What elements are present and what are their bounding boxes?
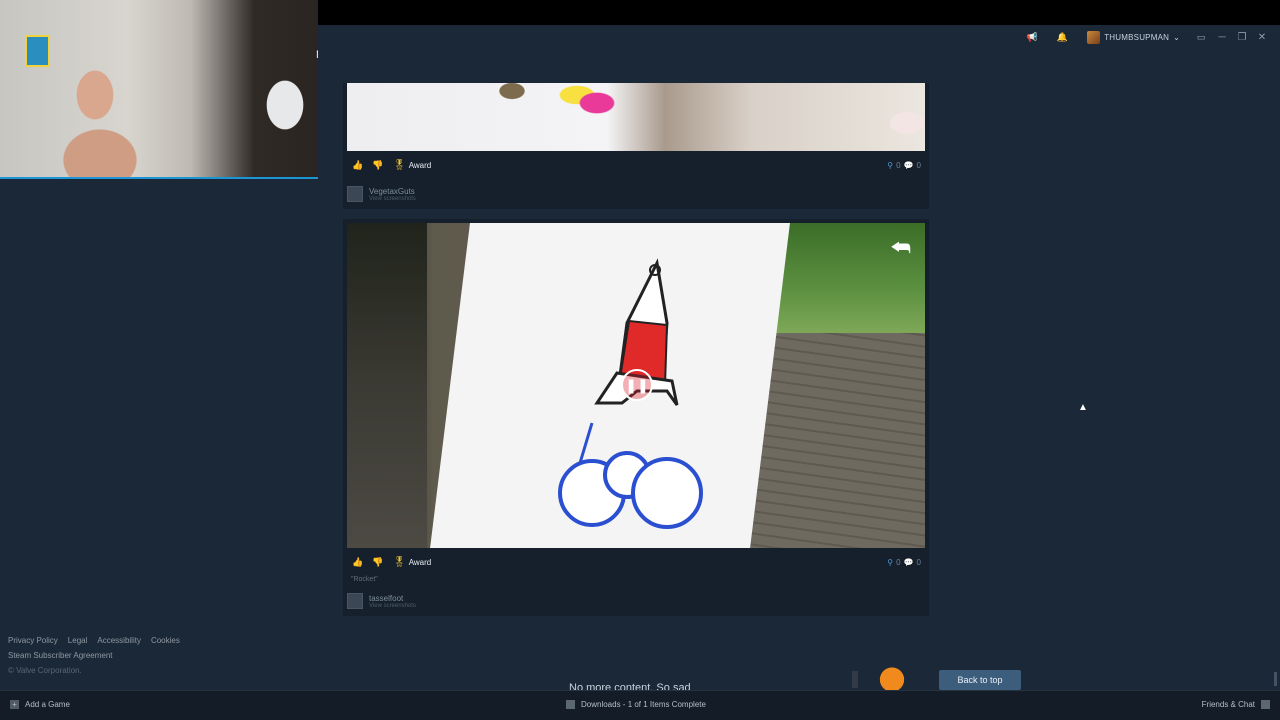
award-count: 0	[896, 557, 901, 567]
downloads-status[interactable]: Downloads - 1 of 1 Items Complete	[566, 700, 706, 709]
footer-links: Privacy Policy Legal Accessibility Cooki…	[8, 636, 180, 681]
mascot-icon	[877, 664, 907, 690]
legal-link[interactable]: Legal	[68, 636, 88, 645]
mascot-stand	[852, 671, 858, 688]
share-icon[interactable]: ⮪	[891, 235, 911, 261]
comment-count: 0	[916, 160, 921, 170]
feed-card: 👍 👎 🎖 Award ⚲ 0 💬 0 VegetaxGuts View scr…	[343, 83, 929, 209]
author-row[interactable]: VegetaxGuts View screenshots	[343, 179, 929, 209]
monitor-icon[interactable]: ▭	[1190, 29, 1212, 45]
screenshot-caption: "Rocket"	[343, 576, 929, 586]
award-button[interactable]: 🎖 Award	[393, 557, 431, 568]
avatar	[1087, 30, 1101, 44]
author-name[interactable]: tasselfoot	[369, 594, 416, 603]
add-game-label: Add a Game	[25, 700, 70, 709]
copyright: © Valve Corporation.	[8, 666, 82, 675]
friends-chat-button[interactable]: Friends & Chat	[1202, 700, 1270, 709]
megaphone-icon[interactable]: 📢	[1021, 29, 1043, 45]
user-menu[interactable]: THUMBSUPMAN ⌄	[1087, 30, 1180, 44]
pause-button[interactable]: ❚❚	[621, 369, 653, 401]
award-label: Award	[408, 557, 432, 567]
award-count-icon: ⚲	[887, 160, 894, 170]
award-icon: 🎖	[393, 159, 406, 171]
plus-icon: +	[10, 700, 19, 709]
downloads-label: Downloads - 1 of 1 Items Complete	[581, 700, 706, 709]
thumbs-up-icon[interactable]: 👍	[351, 158, 365, 172]
award-button[interactable]: 🎖 Award	[393, 160, 431, 171]
card-counts: ⚲ 0 💬 0	[887, 161, 921, 170]
view-screenshots-link[interactable]: View screenshots	[369, 603, 416, 609]
back-to-top-button[interactable]: Back to top	[939, 670, 1021, 690]
award-count: 0	[896, 160, 901, 170]
bell-icon[interactable]: 🔔	[1051, 29, 1073, 45]
comment-icon[interactable]: 💬	[904, 558, 914, 567]
username: THUMBSUPMAN	[1104, 32, 1170, 42]
friends-label: Friends & Chat	[1201, 700, 1255, 709]
author-name[interactable]: VegetaxGuts	[369, 187, 416, 196]
subscriber-agreement-link[interactable]: Steam Subscriber Agreement	[8, 651, 113, 660]
accessibility-link[interactable]: Accessibility	[97, 636, 141, 645]
webcam-poster	[25, 35, 50, 67]
comment-count: 0	[916, 557, 921, 567]
award-label: Award	[408, 160, 432, 170]
screenshot-image[interactable]	[347, 83, 925, 151]
bottom-bar: + Add a Game Downloads - 1 of 1 Items Co…	[0, 690, 1280, 720]
minimize-button[interactable]: ─	[1212, 32, 1232, 43]
close-button[interactable]: ✕	[1252, 32, 1272, 43]
thumbs-up-icon[interactable]: 👍	[351, 555, 365, 569]
view-screenshots-link[interactable]: View screenshots	[369, 196, 416, 202]
mouse-cursor: ▲	[1078, 402, 1088, 413]
add-game-button[interactable]: + Add a Game	[10, 700, 70, 709]
scrollbar[interactable]	[1274, 672, 1277, 686]
thumbs-down-icon[interactable]: 👎	[371, 555, 385, 569]
titlebar-controls: 📢 🔔 THUMBSUPMAN ⌄ ▭ ─ ❐ ✕	[1021, 29, 1272, 45]
author-row[interactable]: tasselfoot View screenshots	[343, 586, 929, 616]
background-trees-left	[347, 223, 427, 548]
author-avatar[interactable]	[347, 593, 363, 609]
comment-icon[interactable]: 💬	[904, 161, 914, 170]
chevron-down-icon: ⌄	[1173, 32, 1180, 42]
screenshot-feed: 👍 👎 🎖 Award ⚲ 0 💬 0 VegetaxGuts View scr…	[343, 83, 929, 616]
cookies-link[interactable]: Cookies	[151, 636, 180, 645]
award-count-icon: ⚲	[887, 557, 894, 567]
maximize-button[interactable]: ❐	[1232, 32, 1252, 43]
privacy-policy-link[interactable]: Privacy Policy	[8, 636, 58, 645]
video-player[interactable]: ❚❚ ⮪	[347, 223, 925, 548]
webcam-overlay	[0, 0, 318, 179]
download-icon	[566, 700, 575, 709]
award-icon: 🎖	[393, 556, 406, 568]
feed-card: ❚❚ ⮪ 👍 👎 🎖 Award ⚲ 0 💬 0 "Rocket" tassel…	[343, 219, 929, 616]
thumbs-down-icon[interactable]: 👎	[371, 158, 385, 172]
window-controls: ─ ❐ ✕	[1212, 32, 1272, 43]
card-counts: ⚲ 0 💬 0	[887, 558, 921, 567]
card-actions: 👍 👎 🎖 Award ⚲ 0 💬 0	[343, 151, 929, 179]
chat-icon	[1261, 700, 1270, 709]
card-actions: 👍 👎 🎖 Award ⚲ 0 💬 0	[343, 548, 929, 576]
author-avatar[interactable]	[347, 186, 363, 202]
